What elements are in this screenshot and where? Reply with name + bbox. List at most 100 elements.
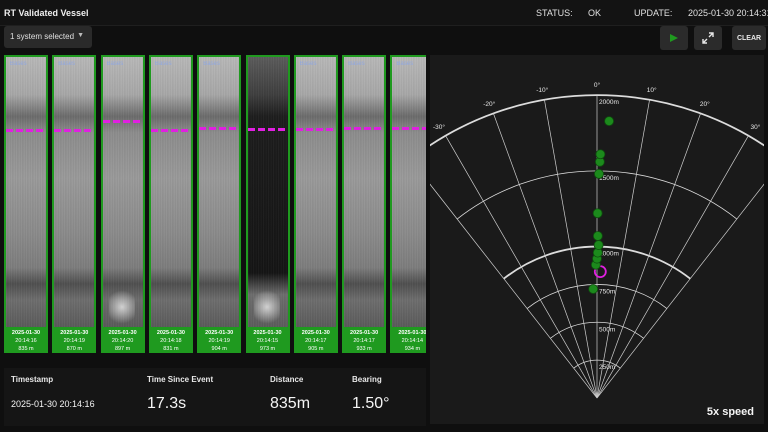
strip-time: 20:14:20 <box>111 338 134 344</box>
strip-distance: 934 m <box>404 346 421 352</box>
distance-value: 835m <box>270 395 311 412</box>
strip-tag: Bases <box>10 61 27 67</box>
strip-caption: 2025-01-30 20:14:19 870 m <box>54 329 94 353</box>
expand-icon <box>702 32 714 44</box>
range-label: 2000m <box>599 99 619 106</box>
detection-strip[interactable]: Bases 2025-01-30 20:14:16 835 m <box>4 55 48 353</box>
expand-button[interactable] <box>694 26 722 50</box>
detection-strip[interactable]: Bases 2025-01-30 20:14:14 934 m <box>390 55 426 353</box>
vessel-contact <box>588 284 599 294</box>
detection-image: Bases <box>295 57 336 327</box>
detection-strips: Bases 2025-01-30 20:14:16 835 m Bases 2025-01… <box>4 55 426 353</box>
play-icon <box>670 34 678 42</box>
bearing-label: 20° <box>700 100 710 108</box>
radar-plot[interactable]: -30°-20°-10°0°10°20°30°2000m1500m1000m75… <box>409 55 768 424</box>
strip-date: 2025-01-30 <box>60 330 89 336</box>
time-since-value: 17.3s <box>147 395 187 412</box>
horizon-line <box>150 129 191 132</box>
detection-strip[interactable]: Bases 2025-01-30 20:14:19 870 m <box>52 55 97 353</box>
image-noise <box>6 57 46 327</box>
detection-image: Bases <box>392 57 426 327</box>
strip-distance: 905 m <box>308 346 324 352</box>
strip-date: 2025-01-30 <box>156 330 185 336</box>
system-select-value: 1 system selected <box>10 32 75 41</box>
horizon-line <box>54 129 95 132</box>
strip-time: 20:14:17 <box>353 338 375 344</box>
image-noise <box>295 57 336 327</box>
detection-strip[interactable]: Bases 2025-01-30 20:14:18 831 m <box>148 55 193 353</box>
strip-distance: 831 m <box>163 346 179 352</box>
strip-caption: 2025-01-30 20:14:16 835 m <box>6 329 46 353</box>
strip-tag: Bases <box>58 61 75 67</box>
strip-tag: Bases <box>106 61 124 67</box>
strip-caption: 2025-01-30 20:14:14 934 m <box>392 329 426 353</box>
strip-distance: 897 m <box>114 346 131 352</box>
detection-strip[interactable]: Bases 2025-01-30 20:14:17 905 m <box>293 55 338 353</box>
detection-image: Bases <box>199 57 240 327</box>
bearing-header: Bearing <box>352 375 382 384</box>
vessel-contact <box>592 208 603 219</box>
chevron-down-icon: ▼ <box>77 32 84 39</box>
strip-distance: 933 m <box>356 346 372 352</box>
strip-time: 20:14:19 <box>208 338 230 344</box>
playback-speed-label: 5x speed <box>706 406 754 418</box>
bearing-value: 1.50° <box>352 395 390 412</box>
wake-highlight <box>108 287 135 327</box>
image-noise <box>150 57 191 327</box>
strip-tag: Bases <box>299 61 317 67</box>
bearing-label: -20° <box>483 100 495 108</box>
update-timestamp: 2025-01-30 20:14:31 <box>688 8 768 18</box>
strip-time: 20:14:14 <box>401 338 424 344</box>
bearing-label: 0° <box>594 81 601 89</box>
detection-image: Bases <box>344 57 385 327</box>
bearing-spoke <box>544 99 598 399</box>
vessel-contact <box>593 240 604 250</box>
strip-caption: 2025-01-30 20:14:17 933 m <box>344 329 384 353</box>
wake-highlight <box>253 287 280 327</box>
status-value: OK <box>588 8 602 18</box>
strip-date: 2025-01-30 <box>350 330 379 336</box>
strip-date: 2025-01-30 <box>301 330 330 336</box>
update-label: UPDATE: <box>634 8 673 18</box>
horizon-line <box>247 128 288 131</box>
image-noise <box>54 57 95 327</box>
strip-caption: 2025-01-30 20:14:15 973 m <box>248 329 288 353</box>
detection-strip[interactable]: 2025-01-30 20:14:15 973 m <box>245 55 290 353</box>
horizon-line <box>295 128 336 131</box>
detection-image <box>247 57 288 327</box>
strip-caption: 2025-01-30 20:14:20 897 m <box>103 329 143 353</box>
detection-image: Bases <box>150 57 191 327</box>
distance-header: Distance <box>270 375 304 384</box>
vessel-contact <box>592 231 603 241</box>
event-info-panel: Timestamp 2025-01-30 20:14:16 Time Since… <box>4 368 426 426</box>
range-label: 500m <box>599 326 615 333</box>
horizon-line <box>6 129 46 132</box>
detection-strip[interactable]: Bases 2025-01-30 20:14:19 904 m <box>197 55 242 353</box>
strip-date: 2025-01-30 <box>253 330 282 336</box>
strip-distance: 870 m <box>66 346 82 352</box>
bearing-label: 30° <box>751 123 761 131</box>
strip-date: 2025-01-30 <box>108 330 137 336</box>
detection-strip[interactable]: Bases 2025-01-30 20:14:17 933 m <box>342 55 387 353</box>
bearing-label: 10° <box>647 86 657 94</box>
vessel-contact <box>595 149 606 160</box>
strip-time: 20:14:15 <box>256 338 279 344</box>
strip-distance: 973 m <box>259 346 276 352</box>
vessel-contact <box>604 116 614 127</box>
horizon-line <box>344 127 385 130</box>
clear-button[interactable]: CLEAR <box>732 26 766 50</box>
timestamp-header: Timestamp <box>11 375 54 384</box>
strip-tag: Bases <box>154 61 172 67</box>
top-bar: RT Validated Vessel STATUS: OK UPDATE: 2… <box>0 0 768 26</box>
bearing-label: -10° <box>536 86 548 94</box>
strip-tag: Bases <box>396 61 414 67</box>
detection-strip[interactable]: Bases 2025-01-30 20:14:20 897 m <box>100 55 145 353</box>
bearing-spoke <box>596 135 749 399</box>
system-select-dropdown[interactable]: 1 system selected ▼ <box>4 26 92 48</box>
strip-tag: Bases <box>203 61 220 67</box>
strip-caption: 2025-01-30 20:14:17 905 m <box>296 329 336 353</box>
bearing-spoke <box>445 135 598 399</box>
play-button[interactable] <box>660 26 688 50</box>
strip-date: 2025-01-30 <box>398 330 426 336</box>
timestamp-value: 2025-01-30 20:14:16 <box>11 399 95 409</box>
